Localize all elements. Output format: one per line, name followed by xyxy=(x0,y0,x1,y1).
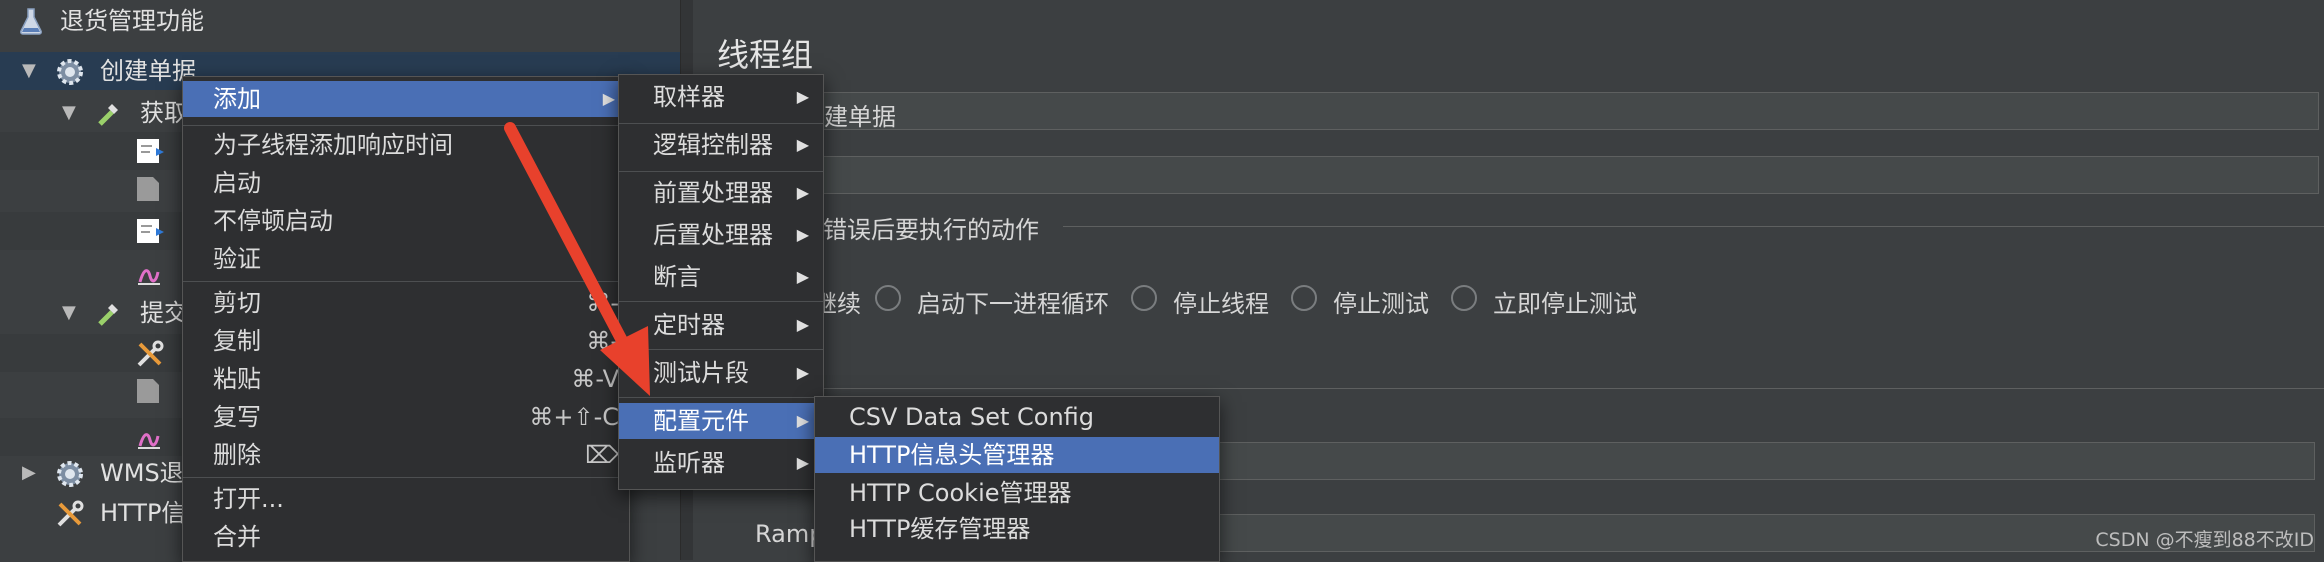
tree-root[interactable]: 退货管理功能 xyxy=(0,2,680,40)
tree-item-label: WMS退 xyxy=(100,459,184,487)
section-divider xyxy=(693,388,2324,389)
submenu-arrow-icon: ▶ xyxy=(796,135,809,154)
menu-item-label: HTTP Cookie管理器 xyxy=(849,479,1072,507)
menu-item-label: 验证 xyxy=(213,245,261,273)
submenu-arrow-icon: ▶ xyxy=(796,453,809,472)
script-icon xyxy=(134,136,164,166)
comments-field[interactable] xyxy=(797,156,2319,194)
gear-icon xyxy=(54,56,84,86)
menu-item-label: 监听器 xyxy=(653,449,725,477)
fieldset-border xyxy=(1063,226,2324,227)
config-item-http-cookie-manager[interactable]: HTTP Cookie管理器 xyxy=(815,475,1219,511)
submenu-arrow-icon: ▶ xyxy=(796,267,809,286)
chart-icon xyxy=(134,422,164,452)
tree-root-label: 退货管理功能 xyxy=(60,7,204,35)
expand-down-icon[interactable]: ▼ xyxy=(62,294,76,332)
menu-item-label: 启动 xyxy=(213,169,261,197)
tree-item-label: 提交 xyxy=(140,299,188,327)
watermark: CSDN @不瘦到88不改ID xyxy=(2095,529,2314,551)
menu-item-label: 逻辑控制器 xyxy=(653,131,773,159)
submenu-arrow-icon: ▶ xyxy=(602,89,615,108)
radio-stop-test-now-label: 立即停止测试 xyxy=(1493,290,1637,318)
menu-item-label: 前置处理器 xyxy=(653,179,773,207)
submenu-arrow-icon: ▶ xyxy=(796,87,809,106)
menu-item-add[interactable]: 添加 ▶ xyxy=(183,81,629,117)
menu-item-delete[interactable]: 删除 ⌦ xyxy=(183,437,629,473)
menu-item-label: 后置处理器 xyxy=(653,221,773,249)
submenu-item-sampler[interactable]: 取样器 ▶ xyxy=(619,79,823,115)
menu-item-label: 剪切 xyxy=(213,289,261,317)
flask-icon xyxy=(16,6,46,36)
expand-right-icon[interactable]: ▶ xyxy=(22,454,36,492)
threads-field[interactable] xyxy=(1213,442,2315,480)
page-title: 线程组 xyxy=(717,36,814,74)
document-icon xyxy=(134,376,164,406)
annotation-arrow-icon xyxy=(504,122,650,396)
menu-item-label: 删除 xyxy=(213,441,261,469)
config-element-submenu: CSV Data Set Config HTTP信息头管理器 HTTP Cook… xyxy=(814,396,1220,562)
tree-item-label: 获取 xyxy=(140,99,188,127)
pipette-icon xyxy=(94,98,124,128)
menu-item-shortcut: ⌦ xyxy=(585,441,619,469)
radio-stop-test-now[interactable] xyxy=(1451,285,1477,311)
chart-icon xyxy=(134,258,164,288)
menu-item-label: HTTP缓存管理器 xyxy=(849,515,1031,543)
menu-item-label: 取样器 xyxy=(653,83,725,111)
menu-item-label: 合并 xyxy=(213,523,261,551)
menu-item-label: 复写 xyxy=(213,403,261,431)
menu-item-label: 打开... xyxy=(213,485,284,513)
tools-icon xyxy=(54,498,84,528)
name-field[interactable]: 创建单据 xyxy=(797,92,2319,131)
menu-item-label: CSV Data Set Config xyxy=(849,403,1095,431)
gear-icon xyxy=(54,458,84,488)
menu-separator xyxy=(183,477,629,478)
submenu-arrow-icon: ▶ xyxy=(796,363,809,382)
menu-item-label: 为子线程添加响应时间 xyxy=(213,131,453,159)
script-icon xyxy=(134,216,164,246)
config-item-http-cache-manager[interactable]: HTTP缓存管理器 xyxy=(815,511,1219,547)
submenu-arrow-icon: ▶ xyxy=(796,183,809,202)
config-item-csv-data-set[interactable]: CSV Data Set Config xyxy=(815,399,1219,435)
radio-stop-thread[interactable] xyxy=(1131,285,1157,311)
radio-stop-test-label: 停止测试 xyxy=(1333,290,1429,318)
expand-down-icon[interactable]: ▼ xyxy=(22,52,36,90)
menu-item-merge[interactable]: 合并 xyxy=(183,519,629,555)
menu-item-label: 粘贴 xyxy=(213,365,261,393)
pipette-icon xyxy=(94,298,124,328)
tools-icon xyxy=(134,338,164,368)
submenu-arrow-icon: ▶ xyxy=(796,315,809,334)
submenu-item-listener[interactable]: 监听器 ▶ xyxy=(619,445,823,481)
radio-next-loop[interactable] xyxy=(875,285,901,311)
radio-stop-test[interactable] xyxy=(1291,285,1317,311)
error-action-label: 错误后要执行的动作 xyxy=(823,216,1039,244)
expand-down-icon[interactable]: ▼ xyxy=(62,94,76,132)
menu-item-label: HTTP信息头管理器 xyxy=(849,441,1055,469)
menu-item-label: 复制 xyxy=(213,327,261,355)
radio-next-loop-label: 启动下一进程循环 xyxy=(917,290,1109,318)
config-item-http-header-manager[interactable]: HTTP信息头管理器 xyxy=(815,437,1219,473)
submenu-arrow-icon: ▶ xyxy=(796,225,809,244)
submenu-arrow-icon: ▶ xyxy=(796,411,809,430)
menu-item-open[interactable]: 打开... xyxy=(183,481,629,517)
radio-stop-thread-label: 停止线程 xyxy=(1173,290,1269,318)
tree-item-label: HTTP信 xyxy=(100,499,186,527)
menu-item-label: 添加 xyxy=(213,85,261,113)
menu-item-label: 不停顿启动 xyxy=(213,207,333,235)
document-icon xyxy=(134,174,164,204)
